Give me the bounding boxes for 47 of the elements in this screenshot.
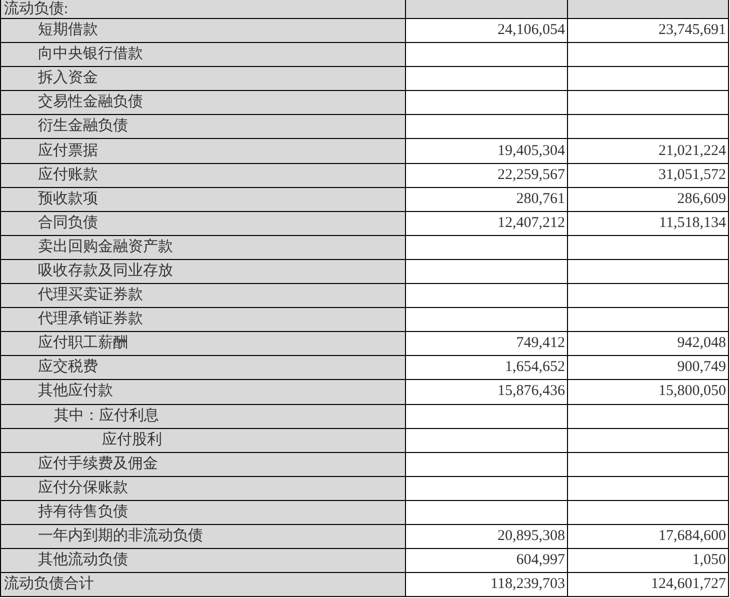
row-label: 短期借款 [1,19,406,44]
row-label: 应付票据 [1,139,406,164]
table-cell: 124,601,727 [568,573,729,598]
row-label: 代理买卖证券款 [1,284,406,308]
row-label: 向中央银行借款 [1,43,406,68]
row-label: 应交税费 [1,356,406,380]
row-label: 拆入资金 [1,67,406,92]
table-cell: 1,654,652 [406,356,568,380]
row-label: 卖出回购金融资产款 [1,236,406,260]
table-cell: 286,609 [568,188,729,212]
row-label: 吸收存款及同业存放 [1,260,406,284]
table-cell: 11,518,134 [568,212,729,236]
table-cell: 280,761 [406,188,568,212]
row-label: 应付职工薪酬 [1,332,406,356]
table-cell: 21,021,224 [568,139,729,164]
table-cell: 24,106,054 [406,19,568,44]
row-label: 流动负债合计 [1,573,406,598]
row-label: 衍生金融负债 [1,115,406,140]
table-cell: 15,800,050 [568,380,729,404]
table-cell: 942,048 [568,332,729,356]
table-cell: 31,051,572 [568,164,729,188]
table-cell: 12,407,212 [406,212,568,236]
row-label: 应付手续费及佣金 [1,452,406,477]
table-cell: 749,412 [406,332,568,356]
table-cell: 1,050 [568,549,729,574]
table-cell: 20,895,308 [406,524,568,550]
table-cell: 604,997 [406,549,568,574]
row-label: 预收款项 [1,188,406,212]
row-label: 应付账款 [1,164,406,188]
table-cell: 19,405,304 [406,139,568,164]
row-label: 应付股利 [1,428,406,453]
row-label: 持有待售负债 [1,500,406,525]
row-label: 其他应付款 [1,380,406,404]
row-label: 一年内到期的非流动负债 [1,524,406,550]
table-cell: 15,876,436 [406,380,568,404]
table-cell: 22,259,567 [406,164,568,188]
row-label: 交易性金融负债 [1,91,406,116]
row-label: 其中：应付利息 [1,404,406,429]
row-label: 代理承销证券款 [1,308,406,332]
table-cell: 23,745,691 [568,19,729,44]
section-heading: 流动负债: [1,0,406,19]
table-cell: 17,684,600 [568,524,729,550]
table-cell: 118,239,703 [406,573,568,598]
row-label: 其他流动负债 [1,549,406,574]
row-label: 合同负债 [1,212,406,236]
table-cell: 900,749 [568,356,729,380]
row-label: 应付分保账款 [1,476,406,501]
